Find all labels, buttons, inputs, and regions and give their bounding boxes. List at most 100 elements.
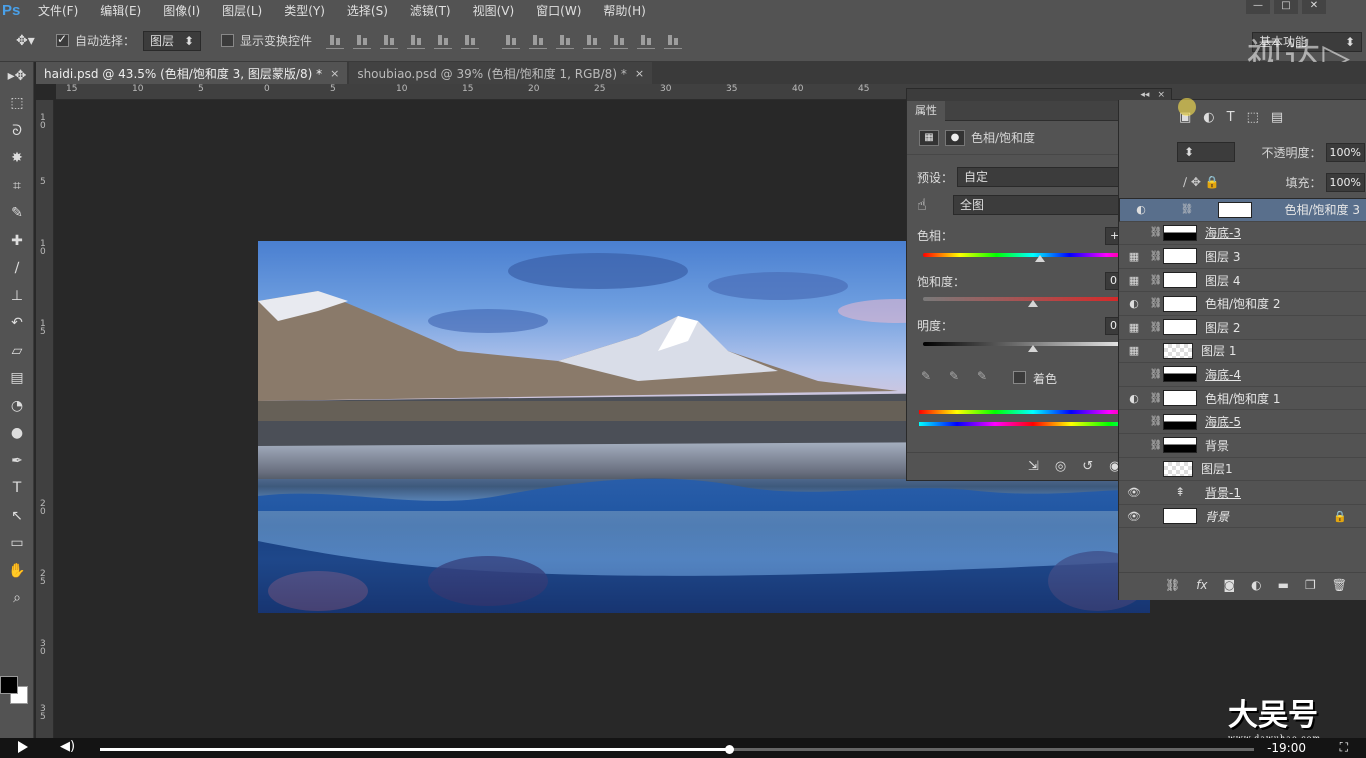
layer-row[interactable]: ▦ ⛓ 图层 2 xyxy=(1119,316,1366,340)
targeted-adjust-hand-icon[interactable]: ☝ xyxy=(917,195,927,214)
fullscreen-icon[interactable]: ⛶ xyxy=(1340,740,1348,755)
marquee-tool-icon[interactable]: ⬚ xyxy=(0,90,34,118)
layer-name[interactable]: 海底-4 xyxy=(1205,366,1241,383)
eyedropper-minus-icon[interactable]: ✎ xyxy=(977,369,987,383)
layer-thumbnail[interactable] xyxy=(1163,508,1197,525)
mask-link-icon[interactable]: ⛓ xyxy=(1149,275,1163,286)
layer-row[interactable]: ◐ ⛓ 色相/饱和度 1 xyxy=(1119,387,1366,411)
clip-icon[interactable]: ⇲ xyxy=(1028,459,1039,474)
mask-link-icon[interactable]: ⛓ xyxy=(1149,440,1163,451)
layer-thumbnail[interactable] xyxy=(1163,390,1197,407)
layer-row[interactable]: ◐ ⛓ 色相/饱和度 3 xyxy=(1119,198,1366,222)
magic-wand-tool-icon[interactable]: ✸ xyxy=(0,145,34,173)
layer-thumbnail[interactable] xyxy=(1163,437,1197,454)
play-icon[interactable] xyxy=(18,741,28,753)
mask-link-icon[interactable]: ⛓ xyxy=(1149,298,1163,309)
maximize-button[interactable]: □ xyxy=(1274,0,1298,14)
visibility-icon[interactable]: ▦ xyxy=(1119,344,1149,357)
layer-thumbnail[interactable] xyxy=(1163,413,1197,430)
new-layer-icon[interactable]: ❐ xyxy=(1305,578,1316,592)
mask-link-icon[interactable]: ⛓ xyxy=(1149,369,1163,380)
menu-edit[interactable]: 编辑(E) xyxy=(100,2,141,19)
move-tool-icon[interactable]: ▸✥ xyxy=(0,62,34,90)
layer-row[interactable]: 图层1 xyxy=(1119,458,1366,482)
close-icon[interactable]: × xyxy=(635,67,644,80)
layer-name[interactable]: 图层 3 xyxy=(1205,248,1240,265)
zoom-tool-icon[interactable]: ⌕ xyxy=(0,585,34,613)
opacity-input[interactable]: 100% xyxy=(1325,142,1365,162)
layer-thumbnail[interactable] xyxy=(1163,366,1197,383)
align-vcenter-icon[interactable] xyxy=(353,33,372,49)
layer-name[interactable]: 背景 xyxy=(1205,508,1229,525)
gradient-tool-icon[interactable]: ▤ xyxy=(0,365,34,393)
blur-tool-icon[interactable]: ◔ xyxy=(0,392,34,420)
menu-image[interactable]: 图像(I) xyxy=(163,2,200,19)
mask-link-icon[interactable]: ⛓ xyxy=(1180,201,1194,219)
mask-link-icon[interactable]: ⛓ xyxy=(1149,393,1163,404)
auto-align-icon[interactable] xyxy=(664,33,683,49)
hand-tool-icon[interactable]: ✋ xyxy=(0,557,34,585)
pen-tool-icon[interactable]: ✒ xyxy=(0,447,34,475)
visibility-icon[interactable]: ▦ xyxy=(1119,250,1149,263)
layer-thumbnail[interactable] xyxy=(1163,248,1197,265)
saturation-slider-thumb[interactable] xyxy=(1028,300,1038,307)
distribute-hcenter-icon[interactable] xyxy=(610,33,629,49)
adjustment-icon[interactable]: ◐ xyxy=(1251,578,1261,592)
lightness-slider-thumb[interactable] xyxy=(1028,345,1038,352)
layer-name[interactable]: 海底-3 xyxy=(1205,224,1241,241)
layer-row[interactable]: ⛓ 背景 xyxy=(1119,434,1366,458)
filter-adjustment-icon[interactable]: ◐ xyxy=(1203,110,1214,125)
progress-track[interactable] xyxy=(100,745,1254,754)
reset-icon[interactable]: ↺ xyxy=(1082,459,1093,474)
eyedropper-plus-icon[interactable]: ✎ xyxy=(949,369,959,383)
filter-shape-icon[interactable]: ⬚ xyxy=(1247,110,1259,125)
layer-name[interactable]: 图层 4 xyxy=(1205,272,1240,289)
layer-name[interactable]: 色相/饱和度 3 xyxy=(1284,201,1360,219)
colorize-checkbox[interactable] xyxy=(1013,371,1026,384)
collapse-icon[interactable]: ◂◂ xyxy=(1140,90,1149,100)
layer-row[interactable]: ▦ ⛓ 图层 4 xyxy=(1119,269,1366,293)
layer-thumbnail[interactable] xyxy=(1163,342,1193,359)
layer-row[interactable]: 👁 背景 🔒 xyxy=(1119,505,1366,529)
healing-tool-icon[interactable]: ✚ xyxy=(0,227,34,255)
filter-type-icon[interactable]: T xyxy=(1227,110,1235,125)
layer-thumbnail[interactable] xyxy=(1163,460,1193,477)
layer-row[interactable]: ⛓ 海底-4 xyxy=(1119,363,1366,387)
distribute-vcenter-icon[interactable] xyxy=(529,33,548,49)
filter-smart-icon[interactable]: ▤ xyxy=(1271,110,1283,125)
fill-input[interactable]: 100% xyxy=(1325,172,1365,192)
history-brush-tool-icon[interactable]: ↶ xyxy=(0,310,34,338)
layer-thumbnail[interactable] xyxy=(1218,201,1253,218)
eyedropper-tool-icon[interactable]: ✎ xyxy=(0,200,34,228)
brush-tool-icon[interactable]: ∕ xyxy=(0,255,34,283)
menu-filter[interactable]: 滤镜(T) xyxy=(410,2,451,19)
hue-slider-thumb[interactable] xyxy=(1034,255,1045,262)
tab-properties[interactable]: 属性 xyxy=(907,100,945,121)
layer-row[interactable]: ⛓ 海底-3 xyxy=(1119,222,1366,246)
visibility-icon[interactable]: ◐ xyxy=(1119,392,1149,405)
align-right-icon[interactable] xyxy=(461,33,480,49)
auto-select-checkbox[interactable] xyxy=(56,32,69,47)
mask-link-icon[interactable]: ⛓ xyxy=(1149,416,1163,427)
menu-file[interactable]: 文件(F) xyxy=(38,2,78,19)
layer-name[interactable]: 图层1 xyxy=(1201,460,1233,477)
layer-thumbnail[interactable] xyxy=(1163,272,1197,289)
visibility-icon[interactable]: ▦ xyxy=(1119,274,1149,287)
move-icon[interactable]: ✥▾ xyxy=(16,33,56,49)
tab-haidi[interactable]: haidi.psd @ 43.5% (色相/饱和度 3, 图层蒙版/8) * × xyxy=(36,62,348,84)
layer-row[interactable]: ◐ ⛓ 色相/饱和度 2 xyxy=(1119,292,1366,316)
type-tool-icon[interactable]: T xyxy=(0,475,34,503)
mask-link-icon[interactable]: ⛓ xyxy=(1149,227,1163,238)
distribute-left-icon[interactable] xyxy=(583,33,602,49)
distribute-bottom-icon[interactable] xyxy=(556,33,575,49)
menu-window[interactable]: 窗口(W) xyxy=(536,2,581,19)
layer-row[interactable]: ▦ 图层 1 xyxy=(1119,340,1366,364)
volume-icon[interactable]: ◀) xyxy=(60,739,75,754)
layer-name[interactable]: 色相/饱和度 2 xyxy=(1205,295,1281,312)
close-icon[interactable]: × xyxy=(1157,90,1165,100)
dodge-tool-icon[interactable]: ● xyxy=(0,420,34,448)
lasso-tool-icon[interactable]: ᘐ xyxy=(0,117,34,145)
path-select-tool-icon[interactable]: ↖ xyxy=(0,502,34,530)
adjustment-icon[interactable]: ▦ xyxy=(919,129,939,146)
progress-knob[interactable] xyxy=(724,745,734,754)
